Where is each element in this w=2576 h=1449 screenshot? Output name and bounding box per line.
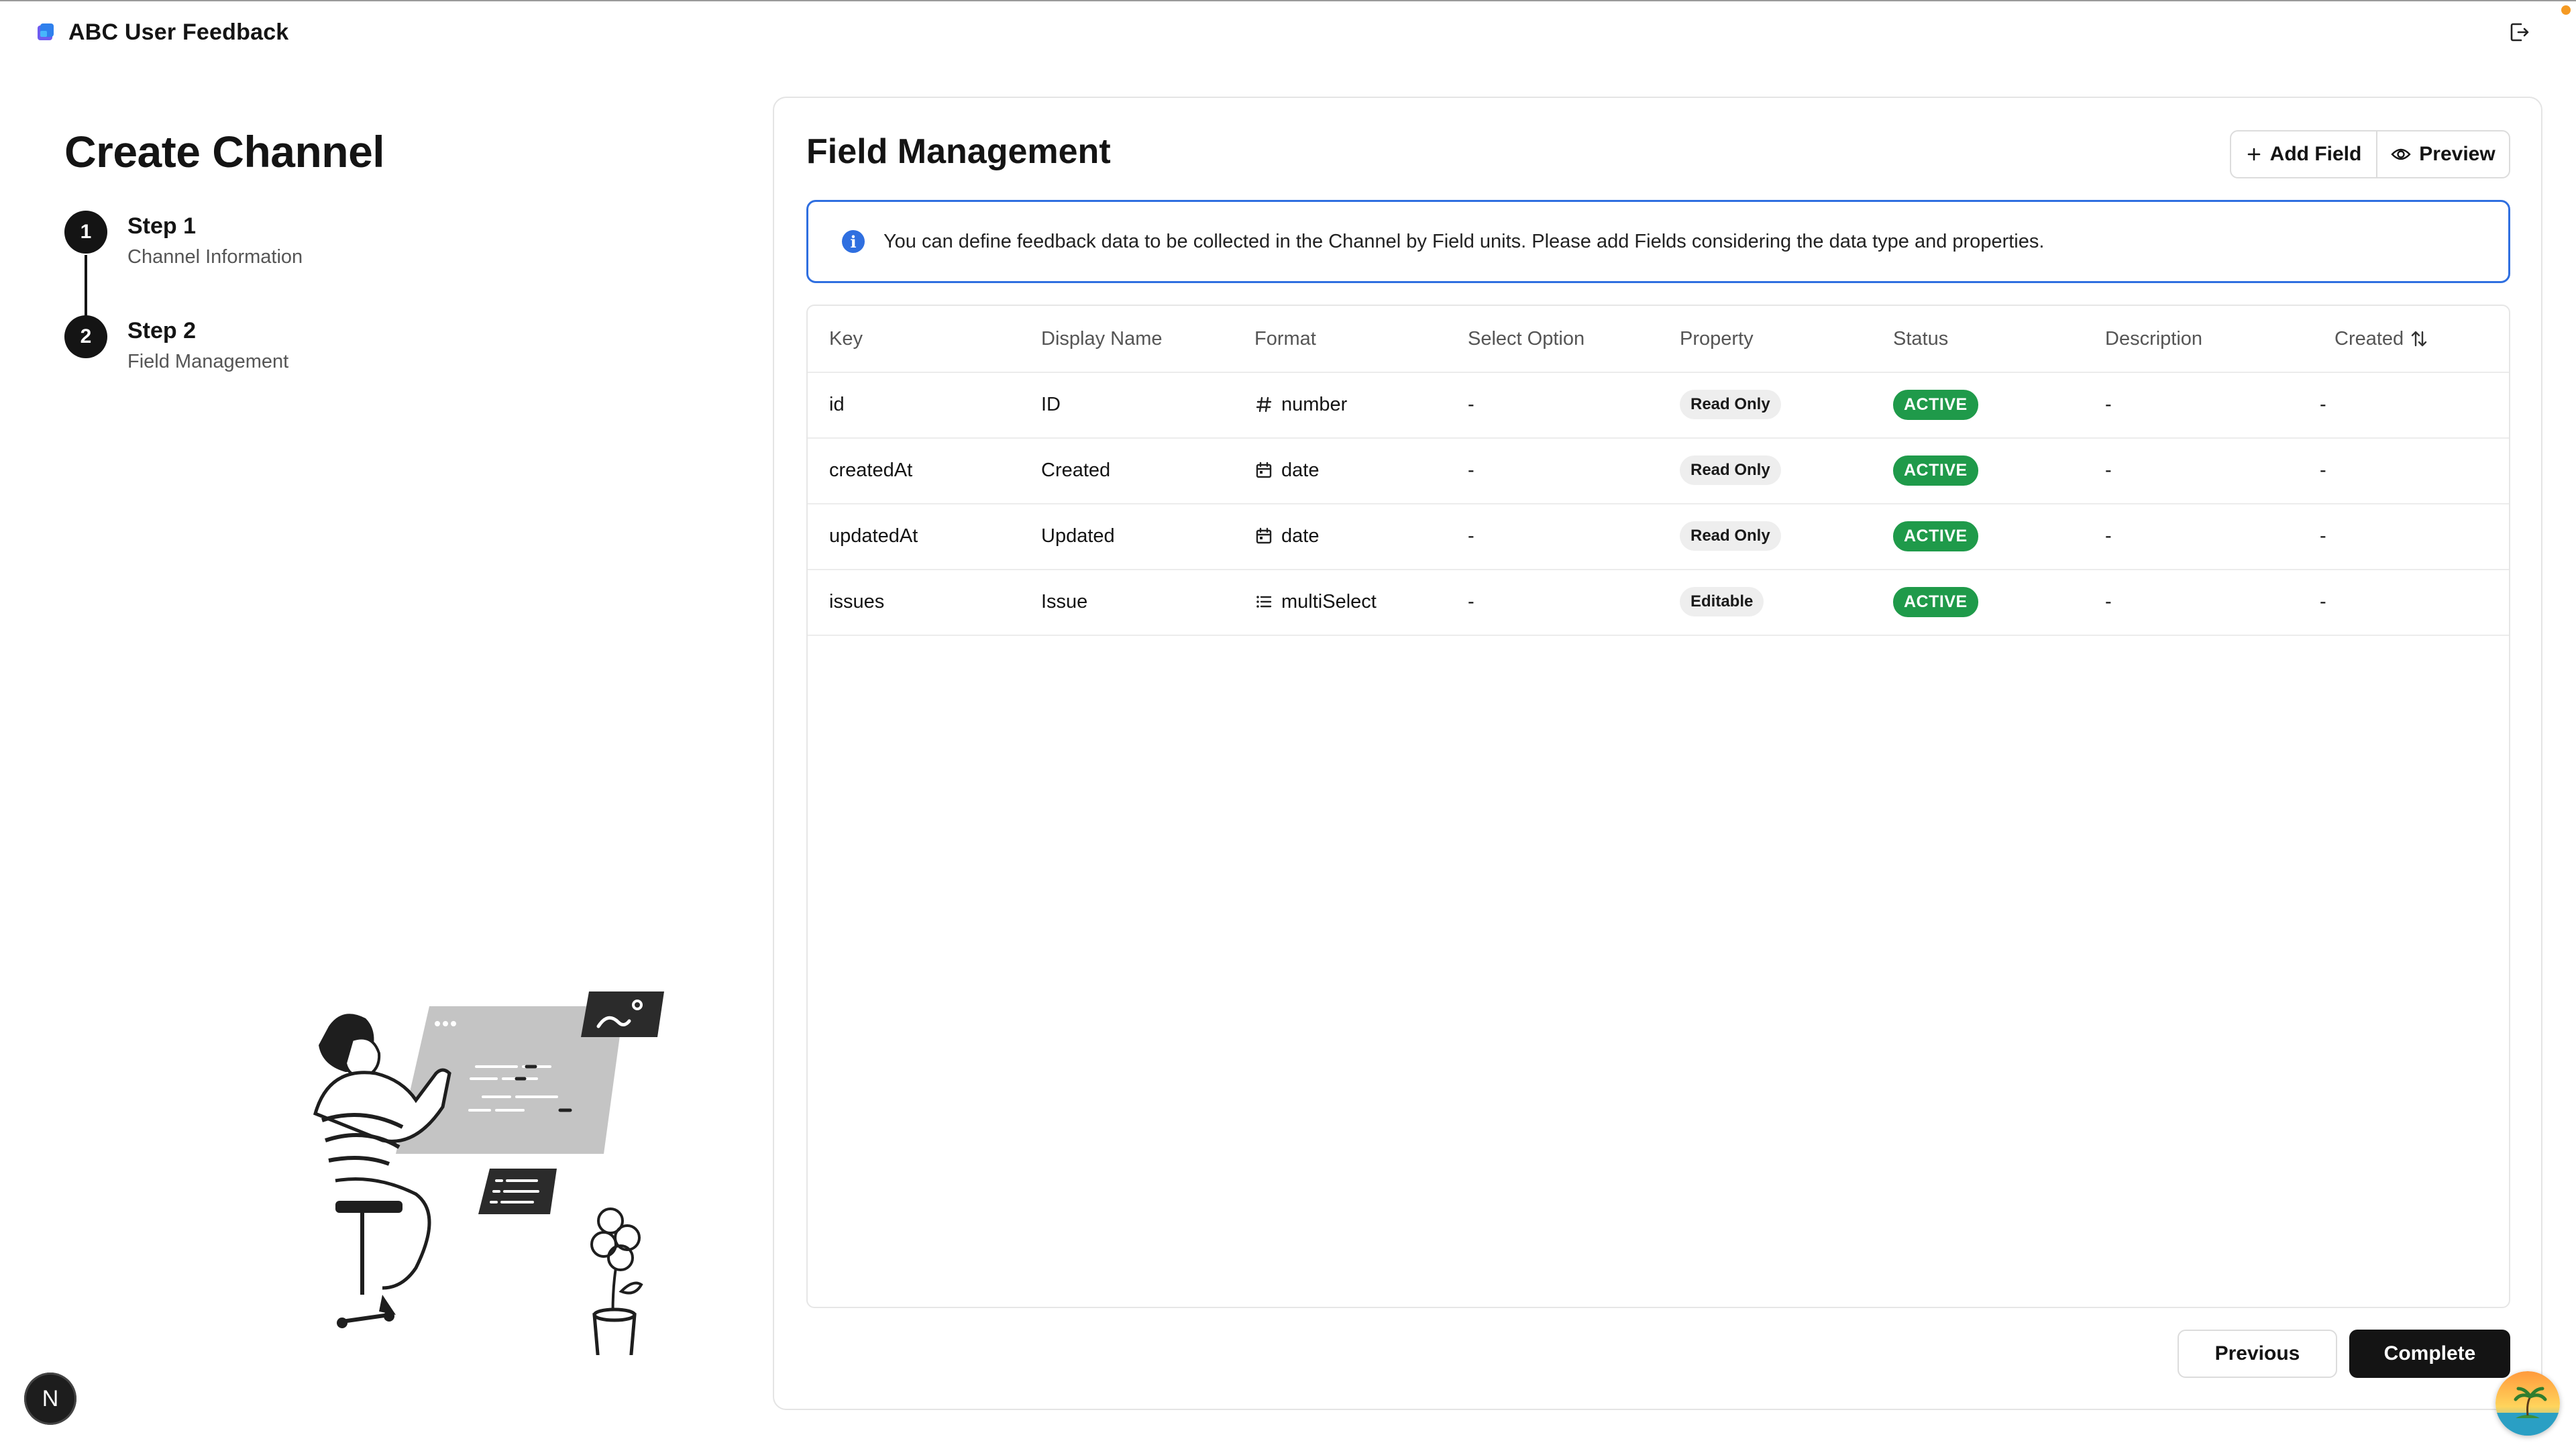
- cell-format: date: [1254, 503, 1319, 569]
- step-1: 1 Step 1 Channel Information: [64, 211, 303, 268]
- app-brand[interactable]: ABC User Feedback: [35, 17, 288, 47]
- cell-description: -: [2105, 393, 2112, 415]
- cell-format: number: [1254, 372, 1347, 437]
- info-text: You can define feedback data to be colle…: [883, 230, 2045, 252]
- window-top-border: [0, 0, 2576, 1]
- cell-description: -: [2105, 459, 2112, 481]
- table-row[interactable]: issues Issue multiSelect - Editable ACTI…: [808, 569, 2509, 636]
- status-badge: ACTIVE: [1893, 586, 1978, 617]
- cell-display-name: Created: [1041, 459, 1111, 481]
- step-subtitle: Field Management: [127, 351, 289, 372]
- step-subtitle: Channel Information: [127, 246, 303, 268]
- fields-table: Key Display Name Format Select Option Pr…: [806, 305, 2510, 1308]
- cell-property: Read Only: [1680, 372, 1781, 437]
- dev-badge[interactable]: N: [24, 1373, 76, 1425]
- status-badge: ACTIVE: [1893, 389, 1978, 420]
- app-name: ABC User Feedback: [68, 19, 289, 45]
- cell-key: createdAt: [829, 459, 913, 481]
- cell-format: date: [1254, 437, 1319, 503]
- cell-created: -: [2320, 525, 2326, 547]
- person-at-screen-illustration: [313, 991, 664, 1355]
- previous-button[interactable]: Previous: [2178, 1330, 2337, 1378]
- step-number-circle: 1: [64, 211, 107, 254]
- cell-format-text: date: [1281, 525, 1320, 547]
- add-field-button[interactable]: Add Field: [2231, 131, 2377, 177]
- column-header-select-option: Select Option: [1468, 327, 1585, 350]
- status-badge: ACTIVE: [1893, 455, 1978, 486]
- cell-created: -: [2320, 393, 2326, 415]
- cell-select-option: -: [1468, 393, 1474, 415]
- app-logo-icon: [38, 23, 54, 40]
- header-actions: Add Field Preview: [2230, 130, 2510, 178]
- page-title: Create Channel: [64, 127, 385, 176]
- step-title: Step 1: [127, 213, 197, 239]
- calendar-icon: [1256, 527, 1272, 544]
- cell-description: -: [2105, 590, 2112, 612]
- cell-key: id: [829, 393, 845, 415]
- preview-button[interactable]: Preview: [2377, 131, 2509, 177]
- assistant-avatar-icon[interactable]: [2496, 1371, 2560, 1436]
- cell-created: -: [2320, 459, 2326, 481]
- column-header-property: Property: [1680, 327, 1754, 350]
- logout-icon[interactable]: [2508, 20, 2532, 44]
- property-badge: Editable: [1680, 587, 1764, 616]
- notification-dot: [2561, 5, 2571, 15]
- info-callout: i You can define feedback data to be col…: [806, 200, 2510, 283]
- step-2: 2 Step 2 Field Management: [64, 315, 288, 373]
- table-row[interactable]: id ID number - Read Only ACTIVE - -: [808, 372, 2509, 439]
- status-badge: ACTIVE: [1893, 521, 1978, 551]
- cell-status: ACTIVE: [1893, 372, 1978, 437]
- preview-label: Preview: [2419, 143, 2496, 165]
- table-header-row: Key Display Name Format Select Option Pr…: [808, 306, 2509, 373]
- cell-select-option: -: [1468, 525, 1474, 547]
- cell-display-name: ID: [1041, 393, 1061, 415]
- property-badge: Read Only: [1680, 390, 1781, 419]
- table-row[interactable]: updatedAt Updated date - Read Only ACTIV…: [808, 503, 2509, 570]
- cell-status: ACTIVE: [1893, 437, 1978, 503]
- cell-status: ACTIVE: [1893, 503, 1978, 569]
- column-header-created-label: Created: [2334, 327, 2404, 350]
- cell-key: updatedAt: [829, 525, 918, 547]
- cell-display-name: Issue: [1041, 590, 1088, 612]
- column-header-format: Format: [1254, 327, 1316, 350]
- hash-icon: [1256, 396, 1272, 413]
- cell-display-name: Updated: [1041, 525, 1115, 547]
- cell-select-option: -: [1468, 459, 1474, 481]
- plus-icon: [2247, 148, 2260, 161]
- cell-key: issues: [829, 590, 885, 612]
- cell-property: Editable: [1680, 569, 1764, 635]
- column-header-description: Description: [2105, 327, 2203, 350]
- cell-select-option: -: [1468, 590, 1474, 612]
- section-title: Field Management: [806, 132, 1111, 171]
- table-row[interactable]: createdAt Created date - Read Only ACTIV…: [808, 437, 2509, 504]
- cell-status: ACTIVE: [1893, 569, 1978, 635]
- list-icon: [1256, 596, 1272, 608]
- cell-format-text: date: [1281, 459, 1320, 481]
- cell-property: Read Only: [1680, 503, 1781, 569]
- cell-created: -: [2320, 590, 2326, 612]
- cell-property: Read Only: [1680, 437, 1781, 503]
- column-header-status: Status: [1893, 327, 1949, 350]
- cell-format-text: multiSelect: [1281, 590, 1377, 612]
- info-icon: i: [842, 230, 865, 253]
- step-number-circle: 2: [64, 315, 107, 358]
- property-badge: Read Only: [1680, 455, 1781, 485]
- calendar-icon: [1256, 462, 1272, 478]
- step-title: Step 2: [127, 318, 197, 343]
- eye-icon: [2391, 148, 2411, 160]
- property-badge: Read Only: [1680, 521, 1781, 551]
- column-header-display-name: Display Name: [1041, 327, 1163, 350]
- complete-button[interactable]: Complete: [2349, 1330, 2510, 1378]
- add-field-label: Add Field: [2269, 143, 2362, 165]
- sort-icon[interactable]: [2409, 329, 2429, 349]
- cell-format-text: number: [1281, 393, 1348, 415]
- cell-format: multiSelect: [1254, 569, 1377, 635]
- column-header-key: Key: [829, 327, 863, 350]
- cell-description: -: [2105, 525, 2112, 547]
- column-header-created[interactable]: Created: [2334, 306, 2429, 372]
